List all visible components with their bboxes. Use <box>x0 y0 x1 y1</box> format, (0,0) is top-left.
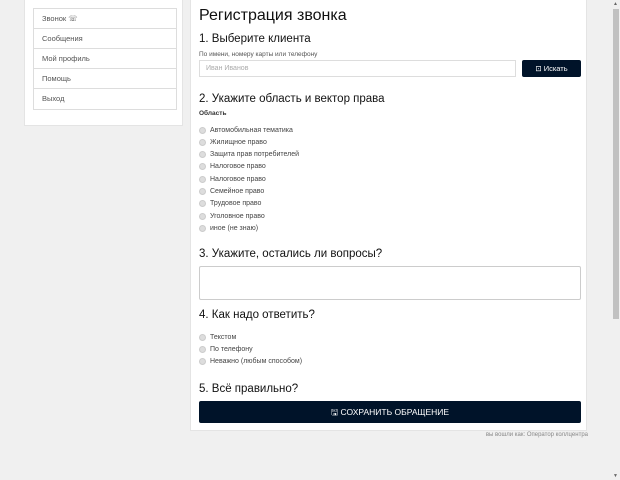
radio-label: Неважно (любым способом) <box>210 358 303 366</box>
area-option[interactable]: Жилищное право <box>199 137 267 147</box>
search-hint: По имени, номеру карты или телефону <box>199 51 318 58</box>
scroll-up-icon[interactable]: ▲ <box>613 1 618 7</box>
radio-label: Налоговое право <box>210 163 266 171</box>
sidebar-item-logout[interactable]: Выход <box>34 89 176 109</box>
area-option[interactable]: Налоговое право <box>199 174 266 184</box>
radio-button[interactable] <box>199 126 206 134</box>
section-3-heading: 3. Укажите, остались ли вопросы? <box>199 248 383 260</box>
area-option[interactable]: Автомобильная тематика <box>199 125 293 135</box>
search-icon: ⊡ <box>535 64 544 73</box>
answer-option[interactable]: По телефону <box>199 344 253 354</box>
questions-textarea[interactable] <box>199 266 581 300</box>
radio-button[interactable] <box>199 188 206 195</box>
radio-label: Налоговое право <box>210 175 266 183</box>
radio-button[interactable] <box>199 151 206 159</box>
answer-option[interactable]: Текстом <box>199 332 236 342</box>
area-option[interactable]: иное (не знаю) <box>199 223 258 233</box>
scroll-down-icon[interactable]: ▼ <box>613 473 618 479</box>
radio-label: Защита прав потребителей <box>210 151 300 159</box>
section-5-heading: 5. Всё правильно? <box>199 383 299 395</box>
radio-label: Автомобильная тематика <box>210 126 293 134</box>
sidebar-item-profile[interactable]: Мой профиль <box>34 49 176 69</box>
search-button[interactable]: ⊡ Искать <box>522 60 581 77</box>
radio-button[interactable] <box>199 358 206 366</box>
radio-label: Жилищное право <box>210 138 267 146</box>
section-2-heading: 2. Укажите область и вектор права <box>199 93 385 105</box>
main-panel: Регистрация звонка 1. Выберите клиента П… <box>190 0 587 431</box>
radio-button[interactable] <box>199 345 206 353</box>
scrollbar-thumb[interactable] <box>613 9 619 319</box>
answer-option[interactable]: Неважно (любым способом) <box>199 357 302 367</box>
area-option[interactable]: Защита прав потребителей <box>199 150 299 160</box>
save-button[interactable]: 🖫 СОХРАНИТЬ ОБРАЩЕНИЕ <box>199 401 581 423</box>
radio-button[interactable] <box>199 200 206 208</box>
sidebar-item-help[interactable]: Помощь <box>34 69 176 89</box>
logged-in-as: вы вошли как: Оператор коллцентра <box>485 432 588 438</box>
radio-label: По телефону <box>210 345 253 353</box>
area-label: Область <box>199 110 227 117</box>
radio-button[interactable] <box>199 212 206 220</box>
radio-label: Уголовное право <box>210 212 265 220</box>
radio-button[interactable] <box>199 175 206 183</box>
sidebar-menu: Звонок ☏ Сообщения Мой профиль Помощь Вы… <box>33 8 177 110</box>
radio-label: Семейное право <box>210 188 265 195</box>
radio-button[interactable] <box>199 163 206 171</box>
sidebar-item-call[interactable]: Звонок ☏ <box>34 9 176 29</box>
radio-label: Трудовое право <box>210 200 262 208</box>
section-4-heading: 4. Как надо ответить? <box>199 309 315 321</box>
client-search-input[interactable]: Иван Иванов <box>199 60 516 77</box>
radio-label: иное (не знаю) <box>210 224 259 232</box>
scrollbar[interactable]: ▲ ▼ <box>612 0 620 480</box>
area-option[interactable]: Семейное право <box>199 187 264 197</box>
page-title: Регистрация звонка <box>199 7 347 24</box>
area-option[interactable]: Налоговое право <box>199 162 266 172</box>
radio-label: Текстом <box>210 333 237 341</box>
radio-button[interactable] <box>199 224 206 232</box>
sidebar-item-messages[interactable]: Сообщения <box>34 29 176 49</box>
area-option[interactable]: Уголовное право <box>199 211 265 221</box>
area-option[interactable]: Трудовое право <box>199 199 261 209</box>
save-icon: 🖫 <box>330 407 341 417</box>
section-1-heading: 1. Выберите клиента <box>199 33 311 45</box>
radio-button[interactable] <box>199 138 206 146</box>
sidebar: Звонок ☏ Сообщения Мой профиль Помощь Вы… <box>24 0 183 126</box>
radio-button[interactable] <box>199 333 206 341</box>
